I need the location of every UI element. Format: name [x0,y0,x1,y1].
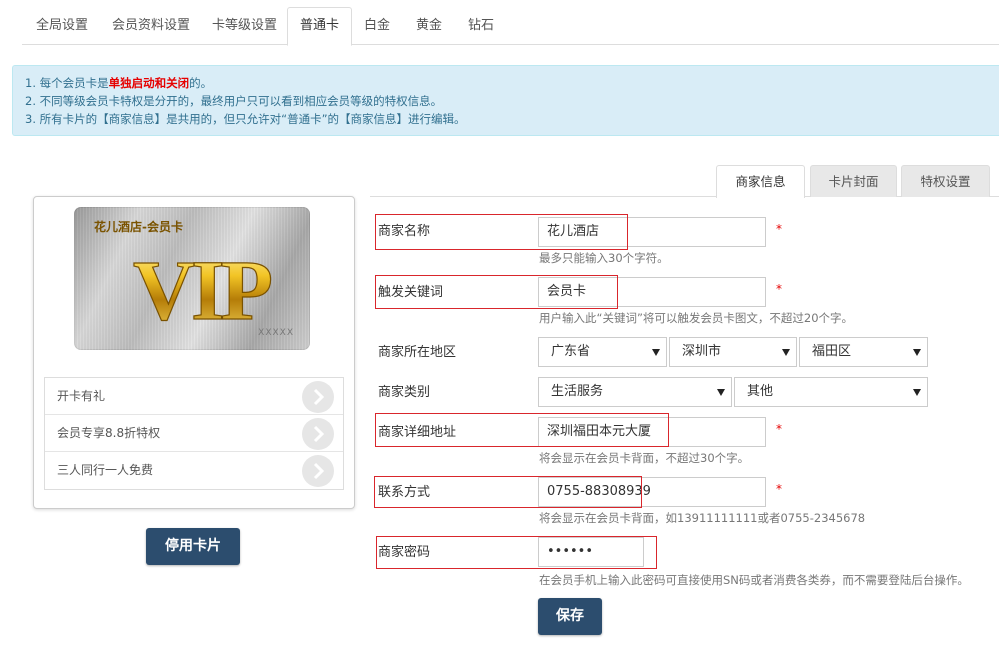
caret-down-icon [717,389,725,396]
tab-global-settings[interactable]: 全局设置 [24,7,100,45]
notice-line-1: 1. 每个会员卡是单独启动和关闭的。 [25,76,213,90]
city-select[interactable]: 深圳市 [669,337,797,367]
caret-down-icon [913,389,921,396]
benefit-label: 会员专享8.8折特权 [57,426,161,440]
benefit-item[interactable]: 三人同行一人免费 [45,452,343,489]
category-primary-value: 生活服务 [551,384,604,399]
notice-line-3: 3. 所有卡片的【商家信息】是共用的，但只允许对“普通卡”的【商家信息】进行编辑… [25,112,466,126]
keyword-label: 触发关键词 [378,285,444,300]
tab-regular-card[interactable]: 普通卡 [287,7,353,46]
chevron-right-icon [302,418,334,450]
required-mark: * [776,282,782,296]
vip-card-image: 花儿酒店-会员卡 VIP XXXXX [74,207,310,350]
merchant-name-help: 最多只能输入30个字符。 [539,251,669,265]
province-select[interactable]: 广东省 [538,337,667,367]
tab-privilege-settings[interactable]: 特权设置 [901,165,990,197]
password-label: 商家密码 [378,545,431,560]
address-label: 商家详细地址 [378,425,457,440]
required-mark: * [776,422,782,436]
keyword-help: 用户输入此“关键词”将可以触发会员卡图文，不超过20个字。 [539,311,854,325]
card-number: XXXXX [258,328,294,338]
category-primary-select[interactable]: 生活服务 [538,377,732,407]
merchant-tab-bar: 商家信息 卡片封面 特权设置 [370,165,999,198]
vip-logo-text: VIP [133,243,272,333]
tab-platinum[interactable]: 白金 [352,7,402,45]
benefit-item[interactable]: 开卡有礼 [45,378,343,415]
tab-member-profile-settings[interactable]: 会员资料设置 [100,7,202,45]
required-mark: * [776,222,782,236]
category-secondary-select[interactable]: 其他 [734,377,928,407]
tab-merchant-info[interactable]: 商家信息 [716,165,805,198]
merchant-name-label: 商家名称 [378,224,431,239]
benefit-label: 三人同行一人免费 [57,463,154,477]
province-value: 广东省 [551,344,591,359]
tab-diamond[interactable]: 钻石 [456,7,506,45]
chevron-right-icon [302,455,334,487]
notice-line-2: 2. 不同等级会员卡特权是分开的，最终用户只可以看到相应会员等级的特权信息。 [25,94,443,108]
notice-highlight: 单独启动和关闭 [108,76,190,90]
merchant-name-input[interactable]: 花儿酒店 [538,217,766,247]
city-value: 深圳市 [682,344,722,359]
tab-gold[interactable]: 黄金 [404,7,454,45]
info-notice: 1. 每个会员卡是单独启动和关闭的。 2. 不同等级会员卡特权是分开的，最终用户… [12,65,999,136]
caret-down-icon [913,349,921,356]
vip-logo: VIP [132,243,276,333]
region-label: 商家所在地区 [378,345,457,360]
chevron-right-icon [302,381,334,413]
address-help: 将会显示在会员卡背面，不超过30个字。 [539,451,750,465]
disable-card-button[interactable]: 停用卡片 [146,528,240,565]
password-input[interactable]: •••••• [538,537,644,567]
district-select[interactable]: 福田区 [799,337,928,367]
benefit-list: 开卡有礼 会员专享8.8折特权 三人同行一人免费 [44,377,344,490]
tab-card-cover[interactable]: 卡片封面 [810,165,897,197]
required-mark: * [776,482,782,496]
district-value: 福田区 [812,344,852,359]
caret-down-icon [652,349,660,356]
contact-help: 将会显示在会员卡背面，如13911111111或者0755-2345678 [539,511,866,525]
tab-card-level-settings[interactable]: 卡等级设置 [200,7,289,45]
category-label: 商家类别 [378,385,431,400]
password-help: 在会员手机上输入此密码可直接使用SN码或者消费各类券，而不需要登陆后台操作。 [539,573,969,587]
contact-label: 联系方式 [378,485,431,500]
category-secondary-value: 其他 [747,384,774,399]
card-name: 花儿酒店-会员卡 [94,220,183,234]
benefit-item[interactable]: 会员专享8.8折特权 [45,415,343,452]
top-tab-bar: 全局设置 会员资料设置 卡等级设置 普通卡 白金 黄金 钻石 [22,7,999,46]
save-button[interactable]: 保存 [538,598,602,635]
keyword-input[interactable]: 会员卡 [538,277,766,307]
caret-down-icon [782,349,790,356]
address-input[interactable]: 深圳福田本元大厦 [538,417,766,447]
benefit-label: 开卡有礼 [57,389,106,403]
contact-input[interactable]: 0755-88308939 [538,477,766,507]
card-preview-panel: 花儿酒店-会员卡 VIP XXXXX 开卡有礼 会员专享8.8折特权 三人同行一… [33,196,355,509]
